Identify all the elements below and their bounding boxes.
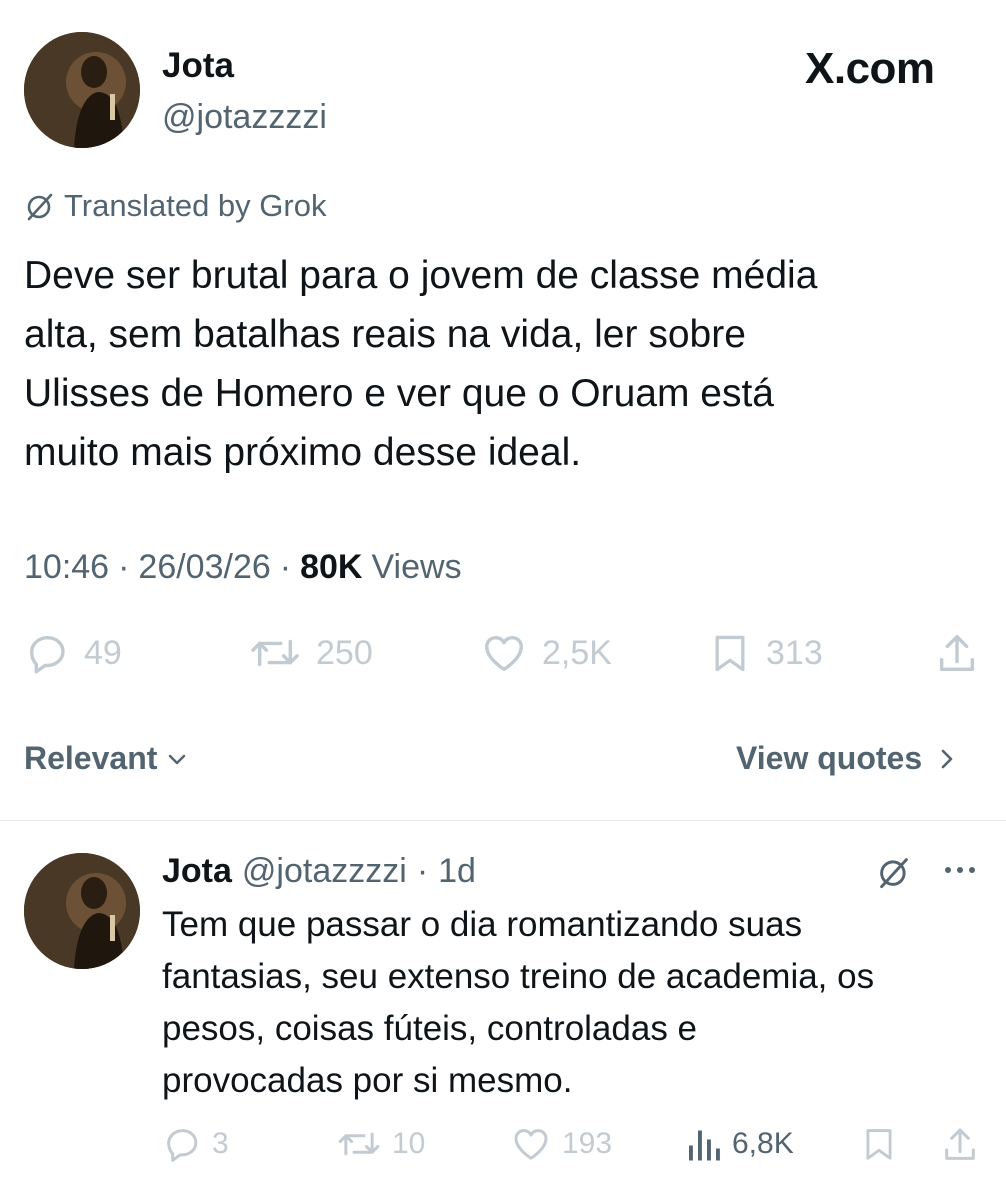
repost-button[interactable]: 250 — [248, 630, 373, 676]
reply-text-line: fantasias, seu extenso treino de academi… — [162, 957, 875, 996]
reply-author-handle[interactable]: @jotazzzzi — [242, 852, 407, 891]
views-count: 80K — [300, 548, 363, 586]
reply-text-line: provocadas por si mesmo. — [162, 1061, 573, 1100]
reply-text-line: Tem que passar o dia romantizando suas — [162, 905, 803, 944]
heart-icon — [514, 1129, 548, 1160]
author-avatar[interactable] — [24, 32, 140, 148]
repost-count: 250 — [316, 633, 373, 672]
meta-separator: · — [279, 548, 292, 586]
x-brand-logo: X.com — [805, 44, 935, 94]
reply-avatar[interactable] — [24, 853, 140, 969]
post-text-line: muito mais próximo desse ideal. — [24, 431, 582, 474]
reply-text-line: pesos, coisas fúteis, controladas e — [162, 1009, 698, 1048]
reply-views-button[interactable]: 6,8K — [686, 1124, 794, 1164]
section-divider — [0, 820, 1006, 821]
grok-icon — [27, 193, 53, 221]
sort-label: Relevant — [24, 740, 158, 776]
repost-icon — [338, 1132, 380, 1156]
reply-header: Jota @jotazzzzi · 1d — [162, 852, 476, 891]
meta-separator: · — [416, 852, 429, 890]
post-text-line: Ulisses de Homero e ver que o Oruam está — [24, 372, 774, 415]
view-quotes-link[interactable]: View quotes — [736, 740, 958, 777]
more-icon — [945, 867, 975, 873]
avatar-photo — [24, 32, 140, 148]
meta-separator: · — [118, 548, 130, 586]
grok-icon — [880, 858, 908, 889]
post-text-line: Deve ser brutal para o jovem de classe m… — [24, 254, 818, 297]
views-label: Views — [371, 548, 462, 586]
reply-age[interactable]: 1d — [438, 852, 476, 891]
view-quotes-label: View quotes — [736, 740, 923, 776]
avatar-photo — [24, 853, 140, 969]
post-text: Deve ser brutal para o jovem de classe m… — [24, 246, 817, 482]
reply-views-count: 6,8K — [732, 1127, 794, 1160]
bookmark-icon — [866, 1129, 892, 1160]
share-icon — [945, 1128, 975, 1160]
reply-icon — [29, 635, 65, 674]
more-options-button[interactable] — [942, 858, 978, 887]
reply-reply-count: 3 — [212, 1127, 229, 1160]
reply-like-count: 193 — [562, 1127, 613, 1160]
post-time[interactable]: 10:46 — [24, 548, 109, 587]
post-date[interactable]: 26/03/26 — [138, 548, 270, 587]
post-meta: 10:46 · 26/03/26 · 80K Views — [24, 548, 462, 587]
reply-reply-button[interactable]: 3 — [162, 1124, 229, 1164]
reply-text: Tem que passar o dia romantizando suas f… — [162, 899, 874, 1107]
share-button[interactable] — [934, 630, 980, 683]
post-text-line: alta, sem batalhas reais na vida, ler so… — [24, 313, 746, 356]
repost-icon — [251, 639, 299, 667]
reply-translate-button[interactable] — [876, 854, 912, 895]
chevron-down-icon — [169, 754, 186, 764]
reply-icon — [167, 1129, 198, 1162]
like-button[interactable]: 2,5K — [480, 630, 612, 676]
like-count: 2,5K — [542, 633, 612, 672]
author-handle[interactable]: @jotazzzzi — [162, 98, 327, 137]
translated-label: Translated by Grok — [64, 188, 327, 223]
reply-repost-count: 10 — [392, 1127, 426, 1160]
reply-button[interactable]: 49 — [24, 630, 122, 676]
sort-dropdown[interactable]: Relevant — [24, 740, 189, 777]
reply-like-button[interactable]: 193 — [510, 1124, 612, 1164]
bookmark-count: 313 — [766, 633, 823, 672]
reply-bookmark-button[interactable] — [860, 1124, 898, 1169]
views-chart-icon — [689, 1130, 720, 1161]
chevron-right-icon — [941, 749, 953, 768]
reply-count: 49 — [84, 633, 122, 672]
bookmark-button[interactable]: 313 — [708, 630, 823, 676]
reply-share-button[interactable] — [940, 1124, 980, 1171]
reply-author-name[interactable]: Jota — [162, 852, 232, 891]
heart-icon — [485, 635, 523, 672]
translated-badge[interactable]: Translated by Grok — [24, 188, 326, 224]
bookmark-icon — [715, 635, 745, 672]
share-icon — [939, 635, 975, 672]
brand-text: X.com — [805, 44, 935, 93]
reply-repost-button[interactable]: 10 — [336, 1124, 425, 1164]
author-name[interactable]: Jota — [162, 46, 234, 86]
